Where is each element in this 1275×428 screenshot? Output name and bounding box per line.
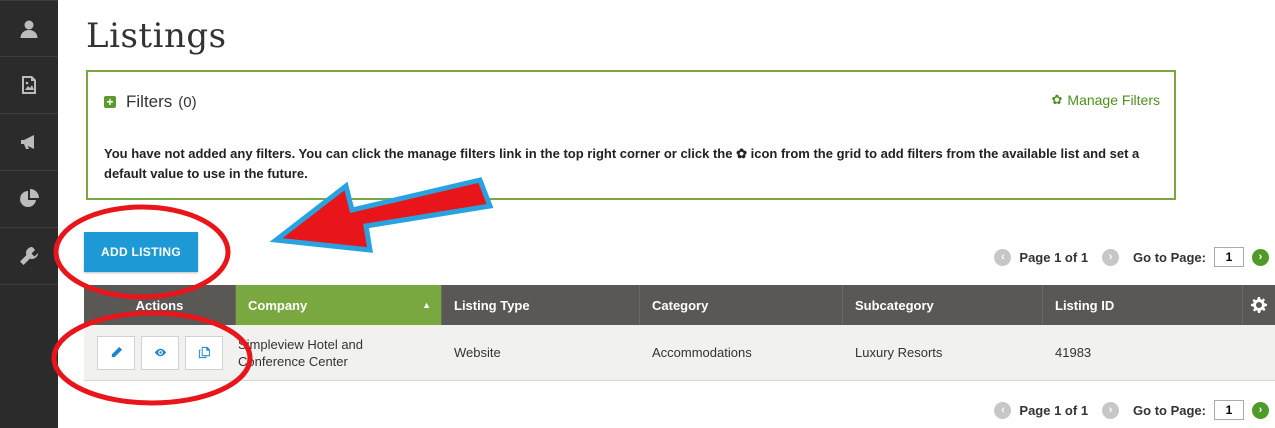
filters-empty-message: You have not added any filters. You can …	[104, 144, 1154, 184]
gear-icon: ✿	[736, 146, 748, 161]
next-page-icon[interactable]: ›	[1102, 401, 1120, 419]
go-arrow-icon[interactable]: ›	[1252, 401, 1269, 419]
column-header-listing-id[interactable]: Listing ID	[1043, 285, 1243, 325]
copy-icon	[198, 346, 210, 359]
gear-icon: ✿	[1051, 92, 1063, 107]
sidebar	[0, 0, 58, 428]
goto-page-input[interactable]	[1214, 247, 1244, 267]
column-header-company-label: Company	[248, 297, 308, 313]
listings-grid: Actions Company ▲ Listing Type Category …	[84, 285, 1275, 381]
sidebar-item-marketing[interactable]	[0, 114, 58, 171]
cell-category: Accommodations	[652, 345, 752, 360]
grid-settings-gear-icon[interactable]	[1243, 285, 1275, 325]
pager-bottom: ‹ Page 1 of 1 › Go to Page: ›	[994, 400, 1269, 420]
next-page-icon[interactable]: ›	[1102, 248, 1120, 266]
column-header-listing-type[interactable]: Listing Type	[442, 285, 640, 325]
cell-company: Simpleview Hotel and Conference Center	[236, 325, 442, 380]
company-name-line2: Conference Center	[238, 353, 348, 369]
cell-listing-id: 41983	[1055, 345, 1092, 360]
sidebar-item-media[interactable]	[0, 57, 58, 114]
page-info: Page 1 of 1	[1019, 402, 1089, 418]
pie-chart-icon	[20, 189, 39, 207]
column-header-actions: Actions	[84, 285, 236, 325]
sort-ascending-icon: ▲	[422, 300, 431, 310]
grid-header: Actions Company ▲ Listing Type Category …	[84, 285, 1275, 325]
column-header-company[interactable]: Company ▲	[236, 285, 442, 325]
cell-subcategory: Luxury Resorts	[855, 345, 943, 360]
eye-icon	[154, 348, 166, 357]
image-icon	[22, 76, 36, 94]
filters-toggle[interactable]: + Filters (0)	[104, 92, 197, 112]
go-arrow-icon[interactable]: ›	[1252, 248, 1269, 266]
column-header-category[interactable]: Category	[640, 285, 843, 325]
filters-title: Filters	[126, 92, 173, 111]
column-header-subcategory[interactable]: Subcategory	[843, 285, 1043, 325]
sidebar-item-tools[interactable]	[0, 228, 58, 285]
sidebar-item-account[interactable]	[0, 0, 58, 57]
megaphone-icon	[21, 135, 34, 149]
prev-page-icon[interactable]: ‹	[994, 248, 1012, 266]
cell-listing-type: Website	[454, 345, 501, 360]
cell-empty	[1243, 325, 1275, 380]
manage-filters-label: Manage Filters	[1067, 92, 1160, 108]
goto-label: Go to Page:	[1133, 249, 1206, 265]
sidebar-item-reports[interactable]	[0, 171, 58, 228]
pager-top: ‹ Page 1 of 1 › Go to Page: ›	[994, 247, 1269, 267]
row-actions	[84, 325, 236, 380]
page-title: Listings	[86, 16, 227, 56]
manage-filters-link[interactable]: ✿ Manage Filters	[1052, 92, 1161, 108]
add-listing-button[interactable]: ADD LISTING	[84, 232, 198, 272]
wrench-icon	[20, 247, 38, 265]
filters-message-part1: You have not added any filters. You can …	[104, 146, 733, 161]
filters-count: (0)	[178, 93, 197, 111]
expand-plus-icon: +	[104, 96, 116, 108]
edit-button[interactable]	[97, 335, 135, 370]
goto-page-input[interactable]	[1214, 400, 1244, 420]
page-info: Page 1 of 1	[1019, 249, 1089, 265]
prev-page-icon[interactable]: ‹	[994, 401, 1012, 419]
view-button[interactable]	[141, 335, 179, 370]
company-name-line1: Simpleview Hotel and	[238, 336, 364, 352]
pencil-icon	[111, 346, 122, 358]
copy-button[interactable]	[185, 335, 223, 370]
user-icon	[20, 20, 38, 38]
goto-label: Go to Page:	[1133, 402, 1206, 418]
table-row: Simpleview Hotel and Conference Center W…	[84, 325, 1275, 381]
filters-panel: + Filters (0) ✿ Manage Filters You have …	[86, 70, 1176, 200]
